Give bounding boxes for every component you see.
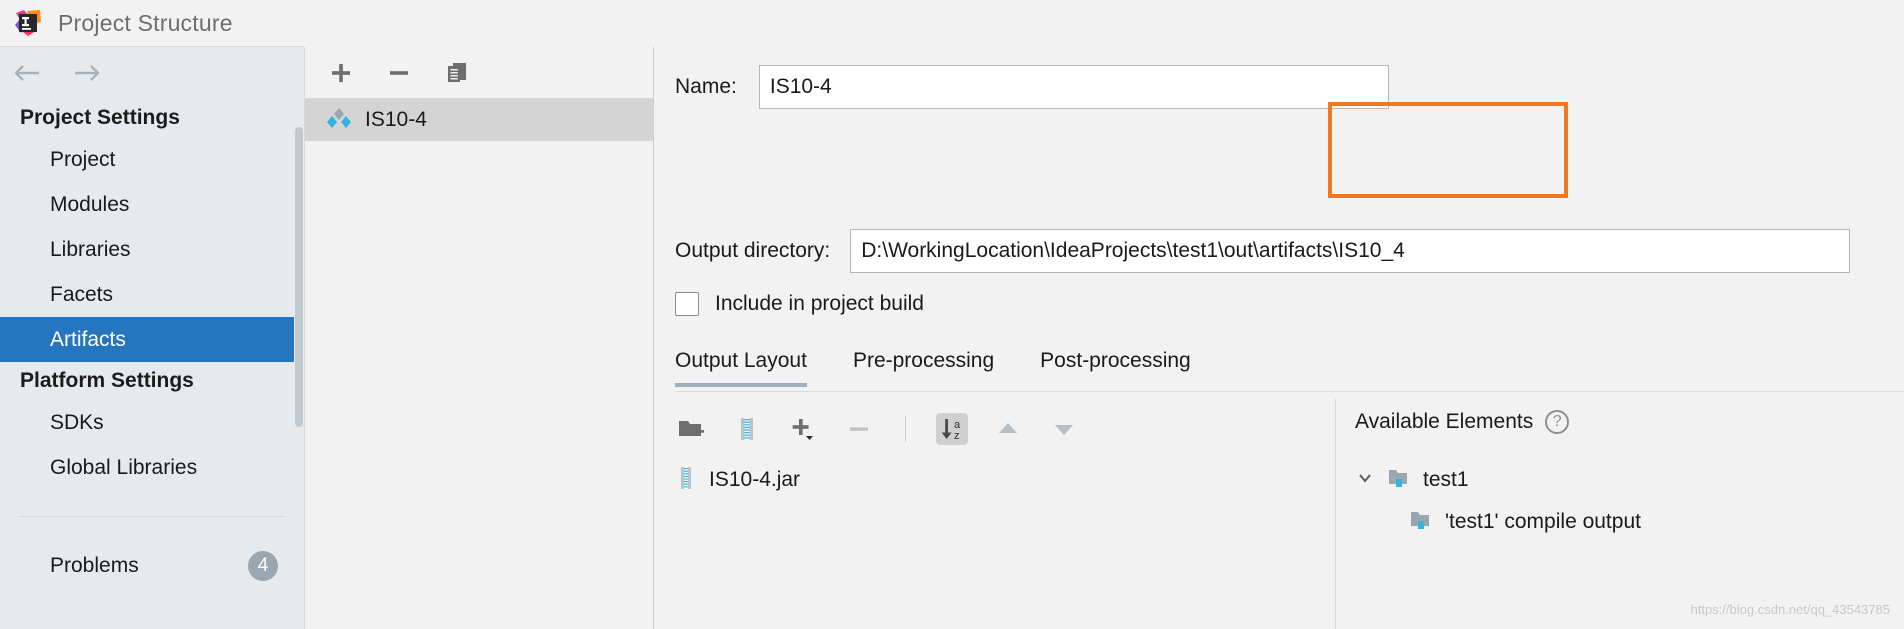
list-item[interactable]: IS10-4 <box>305 99 654 141</box>
svg-text:z: z <box>954 430 960 442</box>
output-directory-input[interactable]: D:\WorkingLocation\IdeaProjects\test1\ou… <box>850 229 1851 273</box>
watermark: https://blog.csdn.net/qq_43543785 <box>1690 602 1891 617</box>
sort-az-icon[interactable]: a z <box>936 413 968 445</box>
list-item-label: IS10-4 <box>365 108 427 131</box>
module-folder-icon <box>1387 466 1411 495</box>
output-directory-label: Output directory: <box>675 239 831 262</box>
name-row: Name: IS10-4 <box>675 65 1389 109</box>
sidebar-item-sdks[interactable]: SDKs <box>0 400 304 445</box>
navigation-arrows <box>0 47 304 99</box>
minus-icon[interactable] <box>843 413 875 445</box>
titlebar: Project Structure <box>0 0 1904 46</box>
tree-node[interactable]: IS10-4.jar <box>675 459 1335 501</box>
output-layout-toolbar: a z <box>675 403 1080 455</box>
jar-archive-icon <box>675 465 697 496</box>
plus-dropdown-icon[interactable] <box>787 413 819 445</box>
output-layout-tree[interactable]: IS10-4.jar <box>675 459 1335 629</box>
sidebar-divider <box>20 516 284 517</box>
sidebar-item-artifacts[interactable]: Artifacts <box>0 317 304 362</box>
name-input[interactable]: IS10-4 <box>758 65 1389 109</box>
tree-node[interactable]: test1 <box>1355 459 1904 501</box>
sidebar-scrollbar[interactable] <box>294 47 304 629</box>
available-elements-divider <box>1335 399 1336 629</box>
tree-node[interactable]: 'test1' compile output <box>1355 501 1904 543</box>
sidebar-item-facets[interactable]: Facets <box>0 272 304 317</box>
new-folder-icon[interactable] <box>675 413 707 445</box>
tab-output-layout[interactable]: Output Layout <box>675 349 807 387</box>
tree-node-label: 'test1' compile output <box>1445 510 1641 533</box>
minus-icon[interactable] <box>385 59 413 87</box>
available-elements-header: Available Elements ? <box>1355 410 1570 434</box>
arrow-down-icon[interactable] <box>1048 413 1080 445</box>
jar-archive-icon[interactable] <box>731 413 763 445</box>
artifacts-toolbar <box>305 47 654 99</box>
sidebar-item-modules[interactable]: Modules <box>0 182 304 227</box>
sidebar-item-project[interactable]: Project <box>0 137 304 182</box>
project-structure-dialog: Project Structure Project Settings Proje… <box>0 0 1904 629</box>
intellij-idea-logo-icon <box>14 9 42 37</box>
sidebar-group-title-platform-settings: Platform Settings <box>20 369 194 392</box>
window-title: Project Structure <box>58 9 233 36</box>
output-directory-row: Output directory: D:\WorkingLocation\Ide… <box>675 229 1851 273</box>
artifacts-panel-divider <box>653 47 654 629</box>
sidebar-item-libraries[interactable]: Libraries <box>0 227 304 272</box>
detail-tabs: Output Layout Pre-processing Post-proces… <box>675 349 1191 387</box>
artifact-diamond-icon <box>327 106 351 135</box>
arrow-right-icon[interactable] <box>70 61 102 85</box>
copy-icon[interactable] <box>443 59 471 87</box>
sidebar-group-title-project-settings: Project Settings <box>20 106 180 129</box>
name-label: Name: <box>675 75 737 98</box>
problems-count-badge: 4 <box>248 550 278 581</box>
sidebar-item-problems-label: Problems <box>50 554 139 577</box>
include-in-build-row[interactable]: Include in project build <box>675 292 924 316</box>
tab-post-processing[interactable]: Post-processing <box>1040 349 1191 387</box>
include-in-build-checkbox[interactable] <box>675 292 699 316</box>
artifact-detail-pane: Name: IS10-4 Type: JAR Output directory:… <box>655 47 1904 629</box>
toolbar-separator <box>905 416 906 442</box>
arrow-left-icon[interactable] <box>12 61 44 85</box>
name-field-annotation <box>1328 102 1568 198</box>
module-folder-icon <box>1409 508 1433 537</box>
available-elements-title: Available Elements <box>1355 410 1534 433</box>
tree-node-label: test1 <box>1423 468 1469 491</box>
plus-icon[interactable] <box>327 59 355 87</box>
include-in-build-label: Include in project build <box>715 292 924 315</box>
tab-pre-processing[interactable]: Pre-processing <box>853 349 994 387</box>
sidebar-scrollbar-thumb[interactable] <box>295 127 303 427</box>
chevron-down-icon[interactable] <box>1355 468 1375 493</box>
arrow-up-icon[interactable] <box>992 413 1024 445</box>
help-question-icon[interactable]: ? <box>1545 410 1570 434</box>
settings-sidebar: Project Settings Project Modules Librari… <box>0 46 304 629</box>
tree-node-label: IS10-4.jar <box>709 468 801 491</box>
sidebar-item-global-libraries[interactable]: Global Libraries <box>0 445 304 490</box>
artifacts-list-panel: IS10-4 <box>304 47 654 629</box>
sidebar-item-problems[interactable]: Problems 4 <box>0 543 304 588</box>
tabs-underline <box>675 391 1904 392</box>
